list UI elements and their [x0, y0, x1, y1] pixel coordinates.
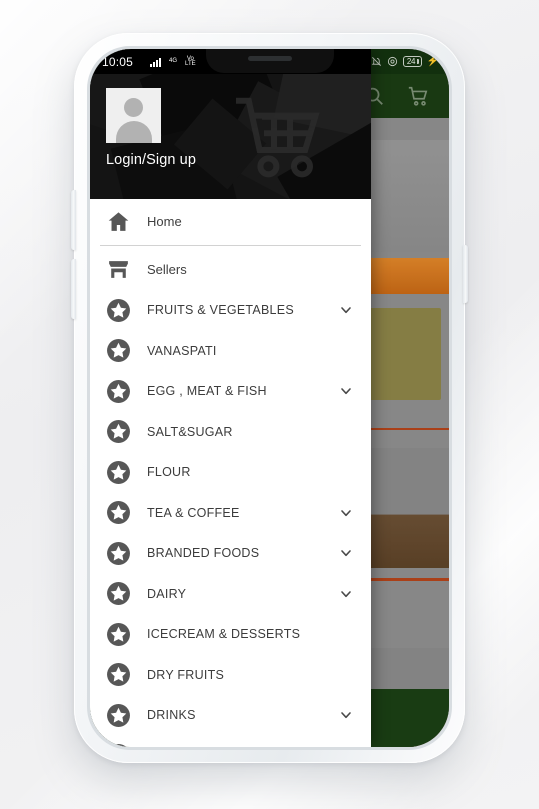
menu-divider [100, 244, 361, 246]
star-badge-icon [106, 703, 131, 728]
navigation-drawer: 10:05 4G Vo LTE Login/Sign up Home Selle… [90, 49, 371, 747]
home-icon [106, 209, 131, 234]
star-badge-icon [106, 419, 131, 444]
star-badge-icon [106, 460, 131, 485]
drawer-item-fruits-vegetables[interactable]: FRUITS & VEGETABLES [90, 290, 371, 331]
star-badge-icon [106, 338, 131, 363]
shopping-cart-icon [213, 88, 343, 184]
chevron-down-icon[interactable] [338, 545, 354, 561]
star-badge-icon [106, 541, 131, 566]
drawer-item-tea-coffee[interactable]: TEA & COFFEE [90, 493, 371, 534]
avatar-body [115, 121, 152, 143]
volte-label: Vo LTE [185, 55, 196, 67]
drawer-item-label: ICECREAM & DESSERTS [147, 627, 301, 642]
star-badge-icon [106, 379, 131, 404]
drawer-item-label: Sellers [147, 262, 187, 278]
avatar[interactable] [106, 88, 161, 143]
drawer-item-vanaspati[interactable]: VANASPATI [90, 331, 371, 372]
power-button[interactable] [463, 245, 468, 303]
phone-notch [205, 49, 334, 73]
drawer-item-label: Home [147, 213, 182, 229]
phone-bezel: 24 ⚡ 10:05 4G Vo LTE Login/Sign up Home … [87, 46, 452, 750]
star-badge-icon [106, 500, 131, 525]
star-badge-icon [106, 581, 131, 606]
network-type-label: 4G [169, 58, 178, 64]
drawer-item-label: BRANDED FOODS [147, 546, 260, 561]
drawer-item-bakery[interactable]: BAKERY [90, 736, 371, 747]
drawer-menu[interactable]: Home Sellers FRUITS & VEGETABLES VANASPATI E… [90, 199, 371, 747]
drawer-item-sellers[interactable]: Sellers [90, 250, 371, 291]
drawer-item-branded-foods[interactable]: BRANDED FOODS [90, 533, 371, 574]
drawer-item-egg-meat-fish[interactable]: EGG , MEAT & FISH [90, 371, 371, 412]
drawer-item-label: DRINKS [147, 708, 196, 723]
star-badge-icon [106, 743, 131, 747]
drawer-item-label: TEA & COFFEE [147, 505, 240, 520]
drawer-item-label: DRY FRUITS [147, 667, 225, 682]
drawer-item-label: FRUITS & VEGETABLES [147, 303, 294, 318]
chevron-down-icon[interactable] [338, 586, 354, 602]
chevron-down-icon[interactable] [338, 707, 354, 723]
status-clock: 10:05 [102, 54, 134, 69]
drawer-item-label: SALT&SUGAR [147, 424, 233, 439]
drawer-item-label: FLOUR [147, 465, 191, 480]
chevron-down-icon[interactable] [338, 302, 354, 318]
drawer-item-icecream-desserts[interactable]: ICECREAM & DESSERTS [90, 614, 371, 655]
store-icon [106, 257, 131, 282]
phone-screen: 24 ⚡ 10:05 4G Vo LTE Login/Sign up Home … [90, 49, 449, 747]
drawer-item-dairy[interactable]: DAIRY [90, 574, 371, 615]
drawer-item-flour[interactable]: FLOUR [90, 452, 371, 493]
drawer-item-salt-sugar[interactable]: SALT&SUGAR [90, 412, 371, 453]
login-signup-label[interactable]: Login/Sign up [106, 152, 196, 168]
chevron-down-icon[interactable] [338, 505, 354, 521]
drawer-item-label: EGG , MEAT & FISH [147, 384, 267, 399]
avatar-head [124, 98, 143, 117]
chevron-down-icon[interactable] [338, 383, 354, 399]
volume-up-button[interactable] [71, 190, 76, 250]
volume-down-button[interactable] [71, 259, 76, 319]
star-badge-icon [106, 662, 131, 687]
phone-frame: 24 ⚡ 10:05 4G Vo LTE Login/Sign up Home … [71, 33, 468, 763]
drawer-item-label: VANASPATI [147, 343, 217, 358]
drawer-item-dry-fruits[interactable]: DRY FRUITS [90, 655, 371, 696]
star-badge-icon [106, 298, 131, 323]
star-badge-icon [106, 622, 131, 647]
signal-bars-icon [150, 57, 162, 67]
drawer-header[interactable]: Login/Sign up [90, 74, 371, 199]
drawer-item-drinks[interactable]: DRINKS [90, 695, 371, 736]
drawer-item-label: DAIRY [147, 586, 187, 601]
drawer-item-home[interactable]: Home [90, 201, 371, 242]
